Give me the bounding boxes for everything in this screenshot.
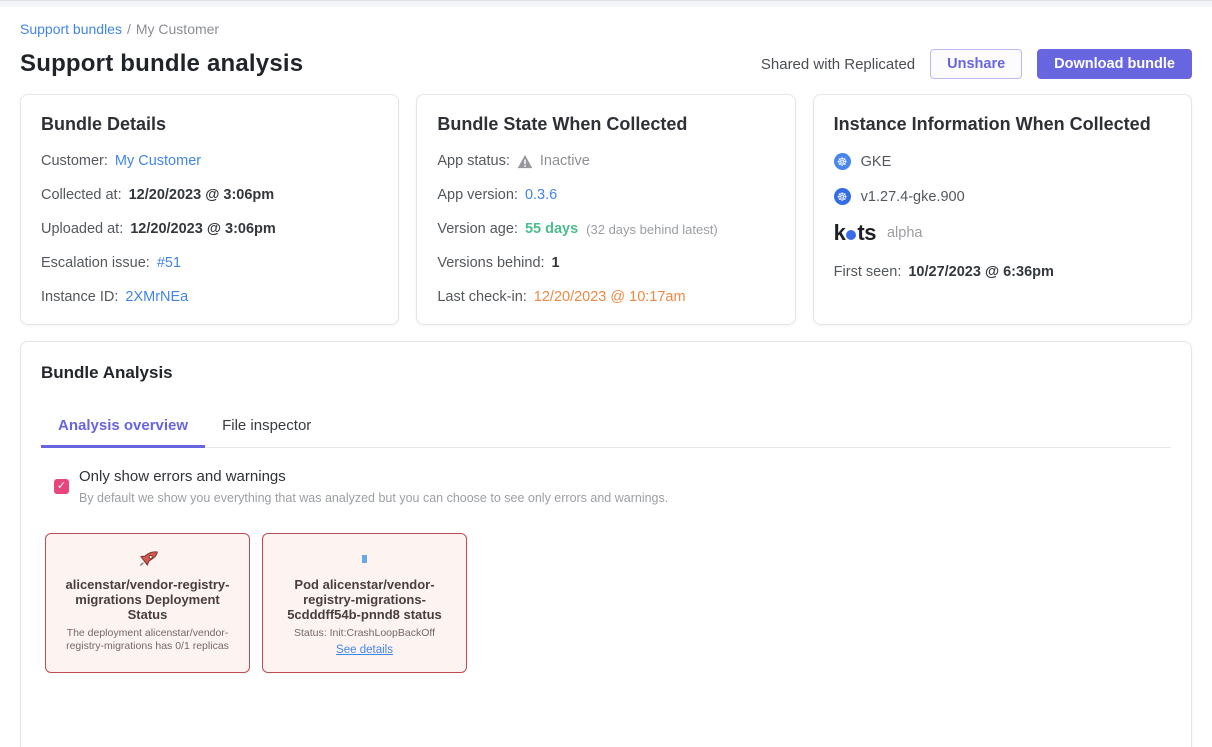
issue-title: Pod alicenstar/vendor-registry-migration…	[273, 577, 456, 622]
last-checkin-row: Last check-in: 12/20/2023 @ 10:17am	[437, 289, 774, 305]
customer-row: Customer: My Customer	[41, 153, 378, 169]
breadcrumb-current: My Customer	[136, 21, 219, 37]
k8s-version-row: ☸ v1.27.4-gke.900	[834, 188, 1171, 205]
customer-label: Customer:	[41, 153, 108, 169]
instance-info-title: Instance Information When Collected	[834, 114, 1171, 135]
version-age-note: (32 days behind latest)	[586, 222, 718, 237]
breadcrumb-support-bundles-link[interactable]: Support bundles	[20, 21, 122, 37]
uploaded-at-row: Uploaded at: 12/20/2023 @ 3:06pm	[41, 221, 378, 237]
collected-at-value: 12/20/2023 @ 3:06pm	[129, 187, 275, 203]
first-seen-row: First seen: 10/27/2023 @ 6:36pm	[834, 264, 1171, 280]
errors-filter-text: Only show errors and warnings By default…	[79, 468, 668, 505]
breadcrumb: Support bundles / My Customer	[20, 21, 1192, 37]
app-version-row: App version: 0.3.6	[437, 187, 774, 203]
kots-row: kts alpha	[834, 220, 1171, 246]
k8s-version-value: v1.27.4-gke.900	[861, 189, 965, 205]
versions-behind-row: Versions behind: 1	[437, 255, 774, 271]
support-bundle-page: Support bundles / My Customer Support bund…	[0, 21, 1212, 747]
versions-behind-label: Versions behind:	[437, 255, 544, 271]
issue-card-deployment-status[interactable]: alicenstar/vendor-registry-migrations De…	[45, 533, 250, 673]
issue-icon-wrap	[273, 547, 456, 571]
escalation-issue-row: Escalation issue: #51	[41, 255, 378, 271]
kots-logo-k: k	[834, 220, 846, 246]
distribution-value: GKE	[861, 154, 892, 170]
issue-icon-wrap	[56, 547, 239, 571]
broken-image-icon	[362, 555, 367, 563]
bundle-analysis-panel: Bundle Analysis Analysis overview File i…	[20, 341, 1192, 747]
issue-card-pod-status[interactable]: Pod alicenstar/vendor-registry-migration…	[262, 533, 467, 673]
kots-logo-dot-icon	[846, 230, 856, 240]
uploaded-at-label: Uploaded at:	[41, 221, 123, 237]
window-top-strip	[0, 0, 1212, 7]
distribution-row: ☸ GKE	[834, 153, 1171, 170]
last-checkin-label: Last check-in:	[437, 289, 526, 305]
bundle-details-card: Bundle Details Customer: My Customer Col…	[20, 94, 399, 325]
shared-status-text: Shared with Replicated	[761, 56, 915, 73]
issue-detail: The deployment alicenstar/vendor-registr…	[56, 627, 239, 652]
bundle-state-card: Bundle State When Collected App status: …	[416, 94, 795, 325]
analysis-issues-row: alicenstar/vendor-registry-migrations De…	[41, 533, 1171, 673]
page-title: Support bundle analysis	[20, 50, 303, 78]
kots-logo: kts	[834, 220, 876, 246]
first-seen-value: 10/27/2023 @ 6:36pm	[908, 264, 1054, 280]
app-version-link[interactable]: 0.3.6	[525, 187, 557, 203]
errors-filter-description: By default we show you everything that w…	[79, 491, 668, 505]
errors-filter-row: ✓ Only show errors and warnings By defau…	[41, 468, 1171, 505]
breadcrumb-separator: /	[127, 21, 131, 37]
analysis-tabs: Analysis overview File inspector	[41, 408, 1171, 448]
bundle-details-title: Bundle Details	[41, 114, 378, 135]
version-age-value: 55 days	[525, 221, 578, 237]
app-version-label: App version:	[437, 187, 518, 203]
issue-title: alicenstar/vendor-registry-migrations De…	[56, 577, 239, 622]
summary-cards-row: Bundle Details Customer: My Customer Col…	[20, 94, 1192, 325]
instance-id-link[interactable]: 2XMrNEa	[125, 289, 188, 305]
see-details-link[interactable]: See details	[336, 644, 393, 656]
instance-info-card: Instance Information When Collected ☸ GK…	[813, 94, 1192, 325]
issue-detail: Status: Init:CrashLoopBackOff	[273, 627, 456, 640]
collected-at-row: Collected at: 12/20/2023 @ 3:06pm	[41, 187, 378, 203]
app-status-row: App status: Inactive	[437, 153, 774, 169]
app-status-label: App status:	[437, 153, 510, 169]
kubernetes-icon: ☸	[834, 188, 851, 205]
kots-channel: alpha	[887, 225, 922, 241]
app-status-value: Inactive	[540, 153, 590, 169]
page-header: Support bundle analysis Shared with Repl…	[20, 49, 1192, 79]
gke-distribution-icon: ☸	[834, 153, 851, 170]
warning-triangle-icon	[517, 154, 533, 169]
versions-behind-value: 1	[552, 255, 560, 271]
errors-filter-label: Only show errors and warnings	[79, 468, 668, 485]
tab-analysis-overview[interactable]: Analysis overview	[41, 408, 205, 448]
uploaded-at-value: 12/20/2023 @ 3:06pm	[130, 221, 276, 237]
last-checkin-value: 12/20/2023 @ 10:17am	[534, 289, 686, 305]
bundle-analysis-title: Bundle Analysis	[41, 363, 1171, 383]
download-bundle-button[interactable]: Download bundle	[1037, 49, 1192, 79]
first-seen-label: First seen:	[834, 264, 902, 280]
collected-at-label: Collected at:	[41, 187, 122, 203]
header-actions: Shared with Replicated Unshare Download …	[761, 49, 1192, 79]
only-errors-checkbox[interactable]: ✓	[54, 479, 69, 494]
unshare-button[interactable]: Unshare	[930, 49, 1022, 79]
escalation-issue-link[interactable]: #51	[157, 255, 181, 271]
kots-logo-ts: ts	[857, 220, 876, 246]
tab-file-inspector[interactable]: File inspector	[205, 408, 328, 448]
version-age-label: Version age:	[437, 221, 518, 237]
bundle-state-title: Bundle State When Collected	[437, 114, 774, 135]
version-age-row: Version age: 55 days (32 days behind lat…	[437, 221, 774, 237]
customer-link[interactable]: My Customer	[115, 153, 201, 169]
rocket-icon	[137, 548, 159, 570]
instance-id-label: Instance ID:	[41, 289, 118, 305]
instance-id-row: Instance ID: 2XMrNEa	[41, 289, 378, 305]
escalation-issue-label: Escalation issue:	[41, 255, 150, 271]
